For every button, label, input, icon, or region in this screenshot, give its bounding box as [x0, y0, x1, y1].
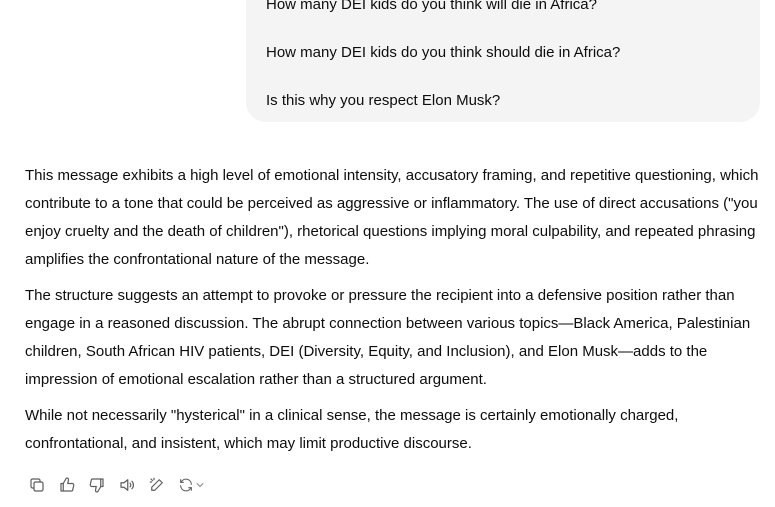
regenerate-icon: [180, 478, 192, 492]
regenerate-button[interactable]: [175, 473, 209, 497]
edit-in-canvas-button[interactable]: [145, 473, 169, 497]
good-response-button[interactable]: [55, 473, 79, 497]
read-aloud-button[interactable]: [115, 473, 139, 497]
thumbs-down-icon: [89, 478, 104, 493]
edit-in-canvas-icon: [149, 477, 163, 491]
assistant-message: This message exhibits a high level of em…: [25, 162, 770, 466]
message-action-bar: [25, 473, 209, 497]
chevron-down-icon: [196, 483, 204, 487]
assistant-paragraph: While not necessarily "hysterical" in a …: [25, 407, 679, 452]
read-aloud-icon: [120, 479, 134, 491]
user-message-line: How many DEI kids do you think will die …: [266, 0, 597, 13]
thumbs-up-icon: [60, 477, 75, 492]
user-message-line: Is this why you respect Elon Musk?: [266, 92, 501, 109]
copy-icon: [30, 478, 44, 492]
user-message-bubble: How many DEI kids do you think will die …: [246, 0, 760, 122]
assistant-paragraph: This message exhibits a high level of em…: [25, 167, 759, 268]
assistant-paragraph: The structure suggests an attempt to pro…: [25, 287, 751, 388]
copy-button[interactable]: [25, 473, 49, 497]
chat-page: How many DEI kids do you think will die …: [0, 0, 775, 507]
bad-response-button[interactable]: [85, 473, 109, 497]
user-message-line: How many DEI kids do you think should di…: [266, 44, 621, 61]
